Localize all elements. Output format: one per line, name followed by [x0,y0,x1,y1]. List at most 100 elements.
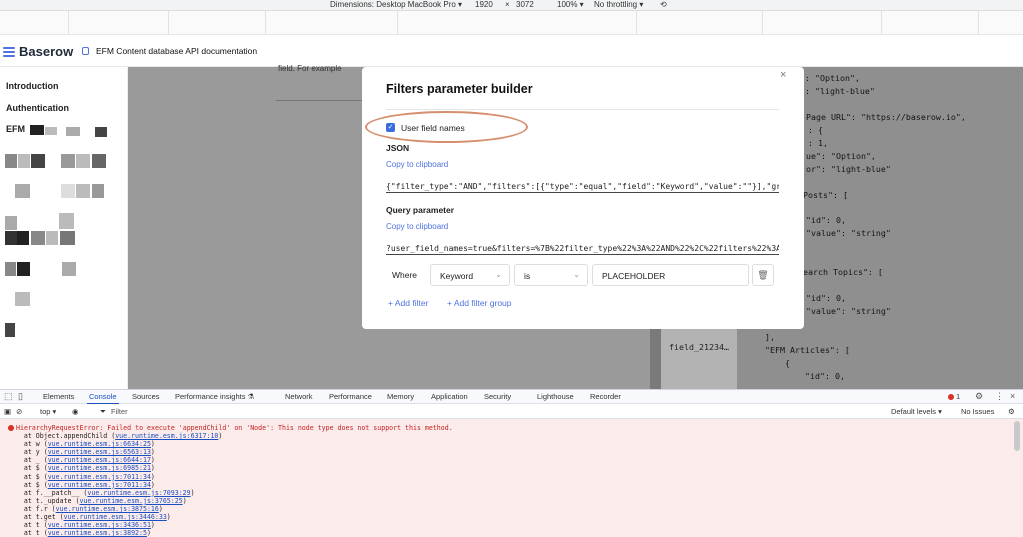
console-scrollbar[interactable] [1014,421,1020,451]
source-link[interactable]: vue.runtime.esm.js:6317:10 [115,432,218,440]
device-ruler [0,11,1023,35]
source-link[interactable]: vue.runtime.esm.js:6634:25 [48,440,151,448]
stack-frame: at y (vue.runtime.esm.js:6563:13) [8,448,155,457]
source-link[interactable]: vue.runtime.esm.js:3436:51 [48,521,151,529]
times-sign: × [505,0,510,9]
width-input[interactable]: 1920 [475,0,493,9]
dimensions-select[interactable]: Dimensions: Desktop MacBook Pro ▾ [330,0,462,9]
log-levels-select[interactable]: Default levels ▾ [891,407,942,416]
tab-sources[interactable]: Sources [132,392,160,401]
docs-divider [276,100,376,101]
error-count-badge[interactable]: 1 [948,392,960,401]
console-filter-input[interactable]: Filter [111,407,128,416]
tab-elements[interactable]: Elements [43,392,74,401]
sidebar-item-authentication[interactable]: Authentication [6,103,69,113]
docs-content-text: field. For example [278,64,342,73]
console-output: HierarchyRequestError: Failed to execute… [0,419,1023,537]
stack-frame: at f.__patch__ (vue.runtime.esm.js:7093:… [8,488,195,497]
stack-frame: at $ (vue.runtime.esm.js:7011:34) [8,480,155,489]
close-icon[interactable]: × [780,69,786,81]
stack-frame: at t.get (vue.runtime.esm.js:3446:33) [8,513,171,522]
filter-field-select[interactable]: Keyword ⌄ [430,264,510,286]
tab-memory[interactable]: Memory [387,392,414,401]
stack-frame: at w (vue.runtime.esm.js:6634:25) [8,440,155,449]
baserow-logo[interactable]: Baserow [3,44,73,59]
gear-icon[interactable]: ⚙ [975,391,983,402]
copy-query-link[interactable]: Copy to clipboard [386,222,448,231]
tab-recorder[interactable]: Recorder [590,392,621,401]
filter-operator-select[interactable]: is ⌄ [514,264,588,286]
highlight-annotation [365,111,528,143]
console-toolbar: ▣ ⊘ top ▾ ◉ ⏷ Filter Default levels ▾ No… [0,404,1023,419]
source-link[interactable]: vue.runtime.esm.js:6644:17 [48,456,151,464]
source-link[interactable]: vue.runtime.esm.js:3765:25 [79,497,182,505]
tab-performance[interactable]: Performance [329,392,372,401]
source-link[interactable]: vue.runtime.esm.js:7011:34 [48,473,151,481]
table-edge [650,325,661,389]
query-output: ?user_field_names=true&filters=%7B%22fil… [386,244,779,255]
device-toolbar: Dimensions: Desktop MacBook Pro ▾ 1920 ×… [0,0,1023,11]
add-filter-group-button[interactable]: + Add filter group [447,298,512,308]
tab-network[interactable]: Network [285,392,313,401]
stack-frame: at t (vue.runtime.esm.js:3892:5) [8,529,151,537]
sidebar-toggle-icon[interactable]: ▣ [4,407,11,416]
filter-icon: ⏷ [100,407,106,416]
eye-icon[interactable]: ◉ [72,407,79,416]
console-settings-gear-icon[interactable]: ⚙ [1008,407,1015,416]
source-link[interactable]: vue.runtime.esm.js:7011:34 [48,481,151,489]
tab-lighthouse[interactable]: Lighthouse [537,392,574,401]
add-filter-button[interactable]: + Add filter [388,298,428,308]
throttling-select[interactable]: No throttling ▾ [594,0,643,9]
zoom-select[interactable]: 100% ▾ [557,0,584,9]
context-select[interactable]: top ▾ [40,407,56,416]
close-devtools-icon[interactable]: × [1010,391,1015,401]
rotate-icon[interactable]: ⟲ [660,0,667,9]
source-link[interactable]: vue.runtime.esm.js:6985:21 [48,464,151,472]
source-link[interactable]: vue.runtime.esm.js:6563:13 [48,448,151,456]
copy-json-link[interactable]: Copy to clipboard [386,160,448,169]
json-label: JSON [386,143,410,153]
database-title-text: EFM Content database API documentation [96,46,258,56]
source-link[interactable]: vue.runtime.esm.js:7093:29 [87,489,190,497]
tab-security[interactable]: Security [484,392,511,401]
device-toggle-icon[interactable]: ▯ [18,391,23,402]
chevron-down-icon: ⌄ [495,270,502,279]
stack-frame: at f.r (vue.runtime.esm.js:3875:16) [8,504,163,513]
console-error-message: HierarchyRequestError: Failed to execute… [8,424,1023,432]
logo-text: Baserow [19,44,74,59]
filter-value-input[interactable]: PLACEHOLDER [592,264,749,286]
database-title: EFM Content database API documentation [82,46,257,56]
tab-console[interactable]: Console [87,392,119,405]
inspect-icon[interactable]: ⬚ [4,391,13,402]
baserow-logo-icon [3,46,15,57]
clear-console-icon[interactable]: ⊘ [16,407,22,416]
stack-frame: at $ (vue.runtime.esm.js:6985:21) [8,464,155,473]
stack-frame: at Object.appendChild (vue.runtime.esm.j… [8,432,223,441]
chevron-down-icon: ⌄ [573,270,580,279]
database-icon [82,47,89,55]
stack-frame: at $ (vue.runtime.esm.js:7011:34) [8,472,155,481]
devtools-tabbar: ⬚ ▯ Elements Console Sources Performance… [0,389,1023,405]
height-input[interactable]: 3072 [516,0,534,9]
tab-performance-insights[interactable]: Performance insights ⚗ [175,392,254,401]
tab-application[interactable]: Application [431,392,468,401]
json-output: {"filter_type":"AND","filters":[{"type":… [386,182,779,193]
source-link[interactable]: vue.runtime.esm.js:3446:33 [64,513,167,521]
source-link[interactable]: vue.runtime.esm.js:3875:16 [56,505,159,513]
more-options-icon[interactable]: ⋮ [995,391,1004,402]
error-icon [948,394,954,400]
modal-title: Filters parameter builder [386,82,533,96]
filters-builder-modal: Filters parameter builder × ✓ User field… [362,67,804,329]
filter-row: Where Keyword ⌄ is ⌄ PLACEHOLDER 🗑 [386,264,781,288]
sidebar-item-introduction[interactable]: Introduction [6,81,59,91]
where-label: Where [392,270,418,280]
stack-frame: at _ (vue.runtime.esm.js:6644:17) [8,456,155,465]
trash-icon[interactable]: 🗑 [752,264,774,286]
stack-frame: at t (vue.runtime.esm.js:3436:51) [8,521,155,530]
query-parameter-label: Query parameter [386,205,455,215]
sidebar-item-efm[interactable]: EFM [6,124,31,132]
field-name-cell: field_21234… [661,325,737,389]
issues-counter[interactable]: No Issues [961,407,994,416]
source-link[interactable]: vue.runtime.esm.js:3892:5 [48,529,147,537]
error-icon [8,425,14,431]
